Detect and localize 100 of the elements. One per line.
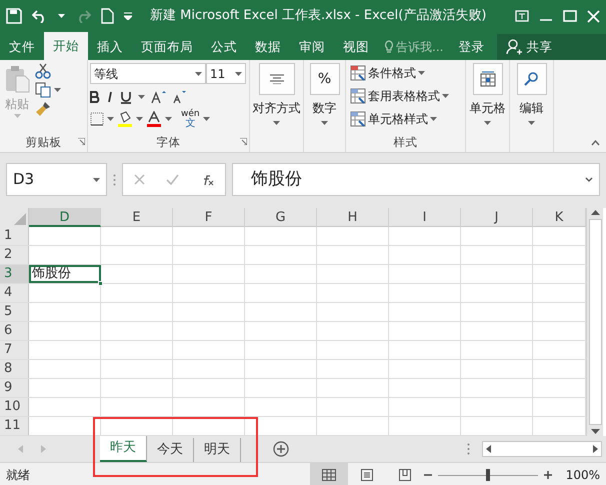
customize-icon[interactable] [124,12,132,20]
caret-icon[interactable] [202,117,210,121]
caret-icon[interactable] [430,117,437,121]
styles-menu-button[interactable]: 套用表格格式 [348,86,463,106]
caret-icon[interactable] [418,71,425,75]
row-header[interactable]: 8 [0,360,29,378]
expand-icon[interactable] [585,177,593,182]
column-header[interactable]: J [461,208,533,227]
scroll-left-icon[interactable] [486,445,491,453]
editing-button[interactable] [516,63,546,95]
scroll-down-icon[interactable] [590,429,600,434]
row-header[interactable]: 3 [0,265,29,283]
increase-font-icon[interactable] [151,90,167,104]
ribbon-tab[interactable]: 公式 [202,34,246,60]
caret-icon[interactable] [484,121,491,125]
column-header[interactable]: I [389,208,461,227]
grip-icon [113,174,116,186]
scissors-icon[interactable] [35,63,51,79]
conditional-format-icon [350,65,366,81]
row-header[interactable]: 10 [0,398,29,416]
row-header[interactable]: 1 [0,227,29,245]
ribbon-tab[interactable]: 审阅 [290,34,334,60]
ribbon-tab[interactable]: 页面布局 [132,34,202,60]
row-header[interactable]: 2 [0,246,29,264]
styles-menu-button[interactable]: 单元格样式 [348,109,463,129]
font-size-field[interactable]: 11 [206,63,246,84]
align-button[interactable] [258,63,294,95]
save-icon[interactable] [6,8,22,24]
column-header[interactable]: F [173,208,245,227]
sign-in-link[interactable]: 登录 [449,34,494,60]
phonetic-guide-button[interactable]: wén 文 [181,110,200,128]
grid-icon [322,469,336,481]
ribbon-tab[interactable]: 数据 [246,34,290,60]
paintbrush-icon[interactable] [35,101,51,117]
column-header[interactable]: E [101,208,173,227]
caret-icon[interactable] [235,72,242,76]
italic-icon[interactable] [106,91,114,103]
fill-handle[interactable] [98,281,103,286]
caret-icon[interactable] [165,117,172,121]
cells-icon [480,71,496,87]
decrease-font-icon[interactable] [173,90,187,104]
add-sheet-icon[interactable] [273,441,289,457]
row-header[interactable]: 4 [0,284,29,302]
cell-style-icon [350,111,366,127]
ribbon-options-icon[interactable] [515,10,529,22]
dialog-launcher-icon[interactable] [78,138,85,145]
zoom-in-icon[interactable] [544,471,552,479]
formula-field[interactable]: 饰股份 [232,163,600,196]
cells-button[interactable] [472,63,502,95]
dialog-launcher-icon[interactable] [240,138,247,145]
font-color-icon[interactable] [146,111,162,127]
caret-icon[interactable] [93,178,100,182]
caret-icon[interactable] [54,88,61,92]
bold-icon[interactable] [90,91,100,103]
caret-icon[interactable] [528,121,535,125]
ribbon-tab[interactable]: 视图 [334,34,378,60]
caret-icon[interactable] [195,72,202,76]
row-header[interactable]: 6 [0,322,29,340]
caret-icon[interactable] [442,94,449,98]
zoom-level-text[interactable]: 100% [566,466,600,484]
splitter-icon[interactable] [467,443,470,455]
normal-view-button[interactable] [310,463,348,485]
row-header[interactable]: 7 [0,341,29,359]
ribbon-tab[interactable]: 插入 [88,34,132,60]
column-header[interactable]: H [317,208,389,227]
row-header[interactable]: 5 [0,303,29,321]
person-add-icon[interactable] [506,39,522,56]
caret-icon[interactable] [321,121,328,125]
check-icon[interactable] [166,174,179,185]
caret-icon[interactable] [138,95,145,99]
share-button[interactable]: 共享 [497,34,606,60]
collapse-ribbon-icon[interactable] [591,140,600,146]
font-name-field[interactable]: 等线 [90,63,206,84]
scroll-right-icon[interactable] [593,445,598,453]
caret-icon[interactable] [58,14,65,18]
caret-icon[interactable] [107,117,114,121]
border-icon[interactable] [90,112,104,126]
page-icon [360,469,373,481]
percent-button[interactable]: % [310,63,340,95]
ribbon-tab[interactable]: 文件 [0,34,44,60]
column-header[interactable]: G [245,208,317,227]
caret-icon[interactable] [136,117,143,121]
new-file-icon[interactable] [101,8,114,24]
close-icon[interactable] [587,10,600,22]
name-box[interactable]: D3 [6,163,107,196]
scroll-up-icon[interactable] [590,210,600,215]
horizontal-scrollbar[interactable] [482,441,602,457]
row-header[interactable]: 11 [0,417,29,435]
column-header[interactable]: D [29,208,101,227]
fill-color-icon[interactable] [117,111,133,127]
styles-menu-button[interactable]: 条件格式 [348,63,463,83]
row-header[interactable]: 9 [0,379,29,397]
cell[interactable]: 饰股份 [29,265,101,283]
underline-icon[interactable] [120,90,132,104]
zoom-slider-thumb[interactable] [486,469,490,481]
caret-icon[interactable] [273,121,280,125]
copy-icon[interactable] [35,82,51,98]
maximize-icon[interactable] [563,10,577,22]
sheet-tab[interactable]: 昨天 [100,436,147,462]
ribbon-tab[interactable]: 开始 [44,32,88,60]
